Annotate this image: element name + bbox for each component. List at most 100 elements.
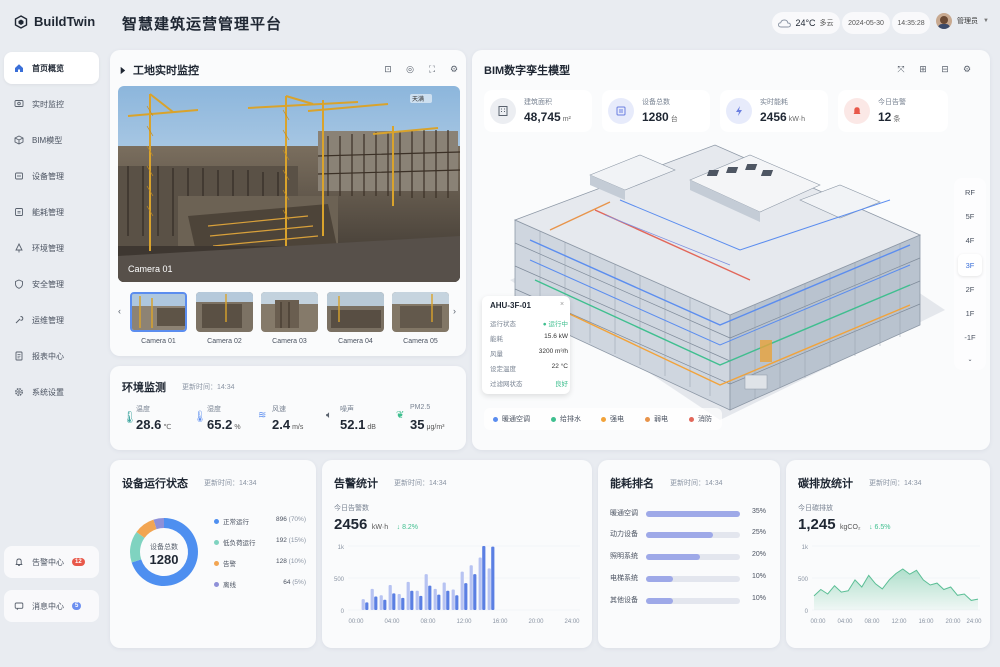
camera-thumb-2[interactable]: [196, 292, 253, 332]
alarm-bar: [451, 589, 455, 610]
legend-hvac[interactable]: 暖通空调: [493, 414, 530, 424]
fullscreen-icon[interactable]: ⛶: [424, 61, 440, 77]
stat-area: 建筑面积 48,745 m²: [484, 90, 592, 132]
sidebar-item-security[interactable]: 安全管理: [4, 268, 99, 300]
floor-3f[interactable]: 3F: [958, 254, 982, 276]
sidebar-item-monitor[interactable]: 实时监控: [4, 88, 99, 120]
x-tick: 16:00: [918, 619, 934, 625]
popup-row: 设定温度 22 °C: [490, 363, 568, 373]
x-tick: 00:00: [348, 619, 364, 625]
layers-icon[interactable]: ⊟: [937, 61, 953, 77]
env-wind: ≋ 风速 2.4 m/s: [258, 406, 304, 432]
sidebar-item-devices[interactable]: 设备管理: [4, 160, 99, 192]
thumb-next-button[interactable]: ›: [453, 306, 456, 316]
alarm-bar: [419, 595, 423, 610]
time: 14:35:28: [892, 12, 930, 34]
camera-thumb-1[interactable]: [130, 292, 187, 332]
sidebar-item-settings[interactable]: 系统设置: [4, 376, 99, 408]
sidebar-item-energy[interactable]: 能耗管理: [4, 196, 99, 228]
sidebar-item-label: 能耗管理: [32, 207, 64, 217]
alarm-value: 2456 kW·h ↓ 8.2%: [334, 516, 419, 533]
gear-icon[interactable]: ⚙: [446, 61, 462, 77]
sidebar-item-label: 实时监控: [32, 99, 64, 109]
gear-icon[interactable]: ⚙: [959, 61, 975, 77]
energy-rank-title: 能耗排名 更新时间：14:34: [610, 478, 723, 490]
wind-icon: ≋: [258, 410, 267, 421]
thumb-label: Camera 03: [272, 338, 307, 345]
bell-icon: [844, 98, 870, 124]
reset-view-icon[interactable]: ⤧: [893, 61, 909, 77]
alarm-bar: [383, 599, 387, 610]
sidebar-item-label: 环境管理: [32, 243, 64, 253]
floor-b1[interactable]: -1F: [958, 326, 982, 348]
carbon-area-chart: 1k 500 0 00:00 04:00 08:00 12:00 16:00 2…: [798, 545, 982, 625]
floor-4f[interactable]: 4F: [958, 229, 982, 251]
alarm-bar: [397, 594, 401, 610]
env-humidity: 🌡︎ 湿度 65.2%: [193, 406, 241, 432]
sidebar-item-label: 安全管理: [32, 279, 64, 289]
device-legend-item: 正常运行 896 (70%): [214, 516, 306, 526]
alarm-sub: 今日告警数: [334, 505, 369, 512]
rank-row: 电梯系统 10%: [610, 573, 766, 582]
sidebar-item-reports[interactable]: 报表中心: [4, 340, 99, 372]
carbon-title: 碳排放统计 更新时间：14:34: [798, 478, 922, 490]
y-tick: 0: [805, 609, 809, 615]
chevron-down-icon: ▼: [983, 18, 989, 24]
thumb-prev-button[interactable]: ‹: [118, 306, 121, 316]
page-title: 智慧建筑运营管理平台: [122, 16, 283, 33]
legend-water[interactable]: 给排水: [551, 414, 581, 424]
camera-toolbar: ⊡ ◎ ⛶ ⚙: [380, 61, 462, 77]
legend-power[interactable]: 强电: [601, 414, 624, 424]
sidebar-item-environment[interactable]: 环境管理: [4, 232, 99, 264]
x-tick: 20:00: [945, 619, 961, 625]
alarm-bar: [379, 595, 383, 610]
grid-view-icon[interactable]: ⊞: [915, 61, 931, 77]
environment-title: 环境监测 更新时间：14:34: [122, 382, 235, 394]
camera-icon: [120, 66, 126, 74]
rank-row: 照明系统 20%: [610, 551, 766, 560]
device-legend-item: 告警 128 (10%): [214, 558, 306, 568]
camera-thumb-4[interactable]: [327, 292, 384, 332]
thumb-label: Camera 01: [141, 338, 176, 345]
camera-thumb-5[interactable]: [392, 292, 449, 332]
env-noise: 🔈︎ 噪声 52.1 dB: [326, 406, 376, 432]
x-tick: 20:00: [528, 619, 544, 625]
lightning-icon: [726, 98, 752, 124]
legend-fire[interactable]: 消防: [689, 414, 712, 424]
x-tick: 00:00: [810, 619, 826, 625]
camera-feed[interactable]: 天满 Camera 01: [118, 86, 460, 282]
env-pm25: ❦ PM2.5 35 μg/m³: [396, 404, 445, 432]
device-legend-item: 低负荷运行 192 (15%): [214, 537, 306, 547]
alarm-bar: [473, 574, 477, 610]
close-icon[interactable]: ×: [560, 301, 564, 308]
alert-center-button[interactable]: 告警中心 12: [4, 546, 99, 578]
record-icon[interactable]: ◎: [402, 61, 418, 77]
thumb-label: Camera 04: [338, 338, 373, 345]
x-tick: 08:00: [864, 619, 880, 625]
user-menu[interactable]: 管理员 ▼: [936, 13, 989, 29]
floor-1f[interactable]: 1F: [958, 302, 982, 324]
sidebar: 首页概览 实时监控 BIM模型 设备管理 能耗管理 环境管理 安全管理 运维管理…: [4, 48, 100, 648]
chevron-down-icon[interactable]: ⌄: [958, 348, 982, 370]
avatar: [936, 13, 952, 29]
rank-row: 暖通空调 35%: [610, 508, 766, 517]
bim-toolbar: ⤧ ⊞ ⊟ ⚙: [893, 61, 975, 77]
sidebar-item-home[interactable]: 首页概览: [4, 52, 99, 84]
camera-overlay-label: Camera 01: [128, 264, 173, 274]
rank-bar-fill: [646, 511, 740, 517]
alarm-bar: [437, 594, 441, 610]
floor-rf[interactable]: RF: [958, 181, 982, 203]
screenshot-icon[interactable]: ⊡: [380, 61, 396, 77]
alarm-bar: [433, 588, 437, 610]
thermometer-icon: 🌡︎: [122, 410, 138, 424]
floor-2f[interactable]: 2F: [958, 278, 982, 300]
message-center-button[interactable]: 消息中心 5: [4, 590, 99, 622]
app-logo[interactable]: BuildTwin: [14, 14, 95, 29]
alarm-bar: [446, 590, 450, 610]
sidebar-item-maintenance[interactable]: 运维管理: [4, 304, 99, 336]
camera-thumb-3[interactable]: [261, 292, 318, 332]
floor-5f[interactable]: 5F: [958, 205, 982, 227]
legend-low-voltage[interactable]: 弱电: [645, 414, 668, 424]
sidebar-item-bim[interactable]: BIM模型: [4, 124, 99, 156]
x-tick: 16:00: [492, 619, 508, 625]
